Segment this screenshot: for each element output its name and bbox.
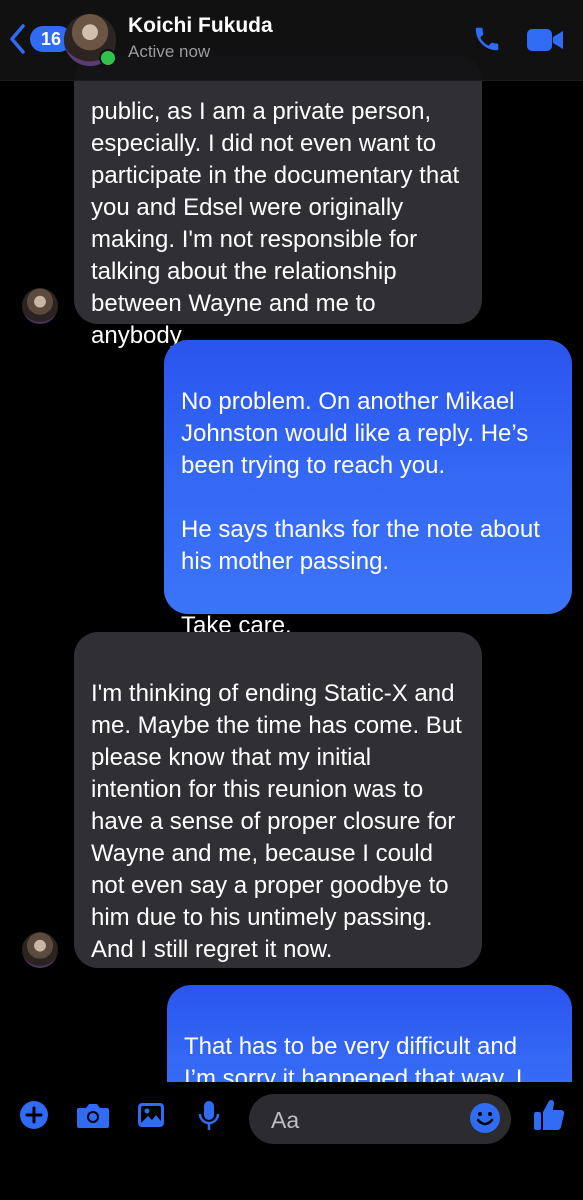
incoming-message-1[interactable]: public, as I am a private person, especi…: [74, 56, 482, 349]
plus-icon[interactable]: [19, 1100, 49, 1130]
contact-name[interactable]: Koichi Fukuda: [128, 14, 273, 38]
chevron-left-icon: [10, 24, 25, 54]
message-input-box[interactable]: [249, 1094, 511, 1144]
thumbs-up-icon[interactable]: [533, 1098, 565, 1132]
message-text: No problem. On another Mikael Johnston w…: [181, 388, 540, 639]
header-avatar[interactable]: [64, 14, 117, 67]
microphone-icon[interactable]: [197, 1100, 221, 1132]
message-composer: [0, 1082, 583, 1200]
contact-avatar[interactable]: [22, 932, 58, 968]
message-text: public, as I am a private person, especi…: [91, 98, 460, 349]
outgoing-message-1[interactable]: No problem. On another Mikael Johnston w…: [164, 340, 572, 639]
back-button[interactable]: 16: [8, 22, 72, 56]
message-input[interactable]: [269, 1102, 463, 1138]
message-text: I'm thinking of ending Static-X and me. …: [91, 680, 462, 963]
video-camera-icon[interactable]: [526, 26, 564, 54]
emoji-icon[interactable]: [469, 1102, 501, 1134]
active-status-dot: [99, 49, 117, 67]
contact-avatar[interactable]: [22, 288, 58, 324]
image-icon[interactable]: [136, 1100, 166, 1130]
phone-icon[interactable]: [472, 24, 502, 54]
contact-status: Active now: [128, 42, 211, 61]
chat-header: 16 Koichi Fukuda Active now: [0, 0, 583, 81]
incoming-message-2[interactable]: I'm thinking of ending Static-X and me. …: [74, 632, 482, 968]
camera-icon[interactable]: [76, 1100, 110, 1130]
